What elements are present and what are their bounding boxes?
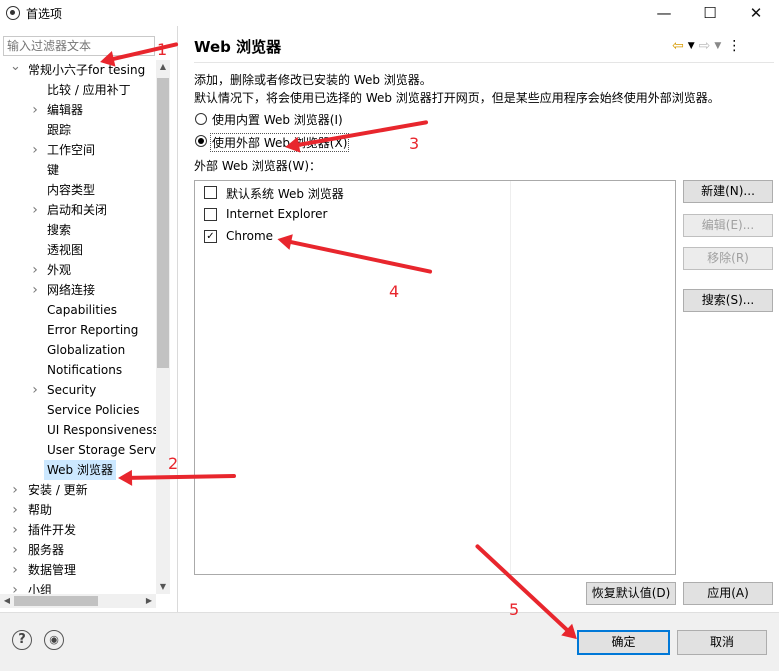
tree-expand-chevron-icon[interactable]: › [10, 560, 20, 580]
remove-browser-button[interactable]: 移除(R) [683, 247, 773, 270]
tree-item[interactable]: 工作空间 [44, 140, 98, 160]
external-browser-radio-label[interactable]: 使用外部 Web 浏览器(X) [210, 133, 350, 152]
tree-horizontal-scroll-thumb[interactable] [14, 596, 98, 606]
tree-expand-chevron-icon[interactable]: › [30, 100, 40, 120]
tree-item[interactable]: 编辑器 [44, 100, 86, 120]
tree-item[interactable]: Globalization [44, 340, 128, 360]
tree-item[interactable]: Service Policies [44, 400, 143, 420]
page-title: Web 浏览器 [194, 38, 282, 56]
page-description: 添加，删除或者修改已安装的 Web 浏览器。 [194, 73, 432, 87]
eclipse-app-icon [6, 6, 20, 20]
tree-item[interactable]: 小组 [25, 580, 55, 594]
scroll-right-arrow-icon[interactable]: ▶ [142, 594, 156, 608]
tree-item[interactable]: User Storage Service [44, 440, 156, 460]
tree-expand-chevron-icon[interactable]: › [10, 540, 20, 560]
back-menu-chevron-icon[interactable]: ▼ [688, 41, 695, 51]
forward-arrow-icon[interactable]: ⇨ [699, 38, 711, 54]
window-title: 首选项 [26, 7, 63, 21]
tree-item[interactable]: 数据管理 [25, 560, 79, 580]
ok-button[interactable]: 确定 [577, 630, 670, 655]
tree-item[interactable]: 透视图 [44, 240, 86, 260]
view-menu-icon[interactable]: ⋮ [727, 38, 741, 54]
help-icon[interactable]: ? [12, 630, 32, 650]
tree-item[interactable]: 帮助 [25, 500, 55, 520]
internal-browser-radio-label[interactable]: 使用内置 Web 浏览器(I) [212, 111, 343, 128]
list-column-divider [510, 181, 511, 574]
tree-item[interactable]: 服务器 [25, 540, 67, 560]
annotation-number-2: 2 [168, 454, 179, 473]
apply-button[interactable]: 应用(A) [683, 582, 773, 605]
internal-browser-radio[interactable] [195, 113, 207, 125]
tree-expand-chevron-icon[interactable]: › [30, 140, 40, 160]
tree-expand-chevron-icon[interactable]: › [10, 520, 20, 540]
tree-expand-chevron-icon[interactable]: › [10, 480, 20, 500]
tree-expand-chevron-icon[interactable]: › [30, 380, 40, 400]
tree-item[interactable]: 外观 [44, 260, 74, 280]
tree-item[interactable]: 安装 / 更新 [25, 480, 91, 500]
tree-vertical-scroll-thumb[interactable] [157, 78, 169, 368]
edit-browser-button[interactable]: 编辑(E)... [683, 214, 773, 237]
annotation-number-3: 3 [409, 134, 420, 153]
tree-collapse-chevron-icon[interactable]: ⌄ [10, 60, 21, 80]
maximize-button[interactable]: ☐ [687, 0, 733, 26]
tree-item[interactable]: 内容类型 [44, 180, 98, 200]
tree-expand-chevron-icon[interactable]: › [10, 580, 20, 594]
browser-checkbox[interactable] [204, 208, 217, 221]
tree-expand-chevron-icon[interactable]: › [30, 260, 40, 280]
tree-item[interactable]: UI Responsiveness [44, 420, 156, 440]
tree-item[interactable]: 搜索 [44, 220, 74, 240]
tree-item[interactable]: Error Reporting [44, 320, 141, 340]
cancel-button[interactable]: 取消 [677, 630, 767, 655]
scroll-up-arrow-icon[interactable]: ▲ [156, 60, 170, 74]
search-browser-button[interactable]: 搜索(S)... [683, 289, 773, 312]
browser-checkbox[interactable] [204, 186, 217, 199]
title-separator [194, 62, 774, 63]
restore-defaults-button[interactable]: 恢复默认值(D) [586, 582, 676, 605]
preferences-tree: ⌄ 常规小六子for tesing 比较 / 应用补丁 › 编辑器 跟踪 › 工作空间键内容类… [0, 60, 156, 594]
tree-expand-chevron-icon[interactable]: › [30, 280, 40, 300]
browser-name[interactable]: Chrome [226, 229, 273, 243]
tree-item[interactable]: Security [44, 380, 99, 400]
tree-item[interactable]: 跟踪 [44, 120, 74, 140]
forward-menu-chevron-icon[interactable]: ▼ [714, 41, 721, 51]
browser-checkbox[interactable]: ✓ [204, 230, 217, 243]
tree-expand-chevron-icon[interactable]: › [10, 500, 20, 520]
tree-item[interactable]: Notifications [44, 360, 125, 380]
tree-item[interactable]: 插件开发 [25, 520, 79, 540]
external-browser-radio[interactable] [195, 135, 207, 147]
scroll-left-arrow-icon[interactable]: ◀ [0, 594, 14, 608]
tree-item[interactable]: 网络连接 [44, 280, 98, 300]
scroll-down-arrow-icon[interactable]: ▼ [156, 580, 170, 594]
new-browser-button[interactable]: 新建(N)... [683, 180, 773, 203]
annotation-number-5: 5 [509, 600, 520, 619]
history-navigation: ⇦ ▼ ⇨ ▼ ⋮ [672, 36, 741, 56]
tree-expand-chevron-icon[interactable]: › [30, 200, 40, 220]
tree-item[interactable]: 键 [44, 160, 62, 180]
tree-item[interactable]: Web 浏览器 [44, 460, 116, 480]
tree-item[interactable]: Capabilities [44, 300, 120, 320]
tree-item[interactable]: 比较 / 应用补丁 [44, 80, 134, 100]
annotation-number-1: 1 [157, 40, 168, 59]
external-browsers-label: 外部 Web 浏览器(W)： [194, 159, 322, 173]
import-export-icon[interactable]: ◉ [44, 630, 64, 650]
browser-name[interactable]: 默认系统 Web 浏览器 [226, 185, 344, 202]
page-description-detail: 默认情况下，将会使用已选择的 Web 浏览器打开网页，但是某些应用程序会始终使用… [194, 91, 720, 105]
annotation-number-4: 4 [389, 282, 400, 301]
back-arrow-icon[interactable]: ⇦ [672, 38, 684, 54]
tree-item[interactable]: 启动和关闭 [44, 200, 110, 220]
browser-name[interactable]: Internet Explorer [226, 207, 327, 221]
tree-item[interactable]: 常规小六子for tesing [25, 60, 148, 80]
minimize-button[interactable]: — [641, 0, 687, 26]
close-button[interactable]: ✕ [733, 0, 779, 26]
